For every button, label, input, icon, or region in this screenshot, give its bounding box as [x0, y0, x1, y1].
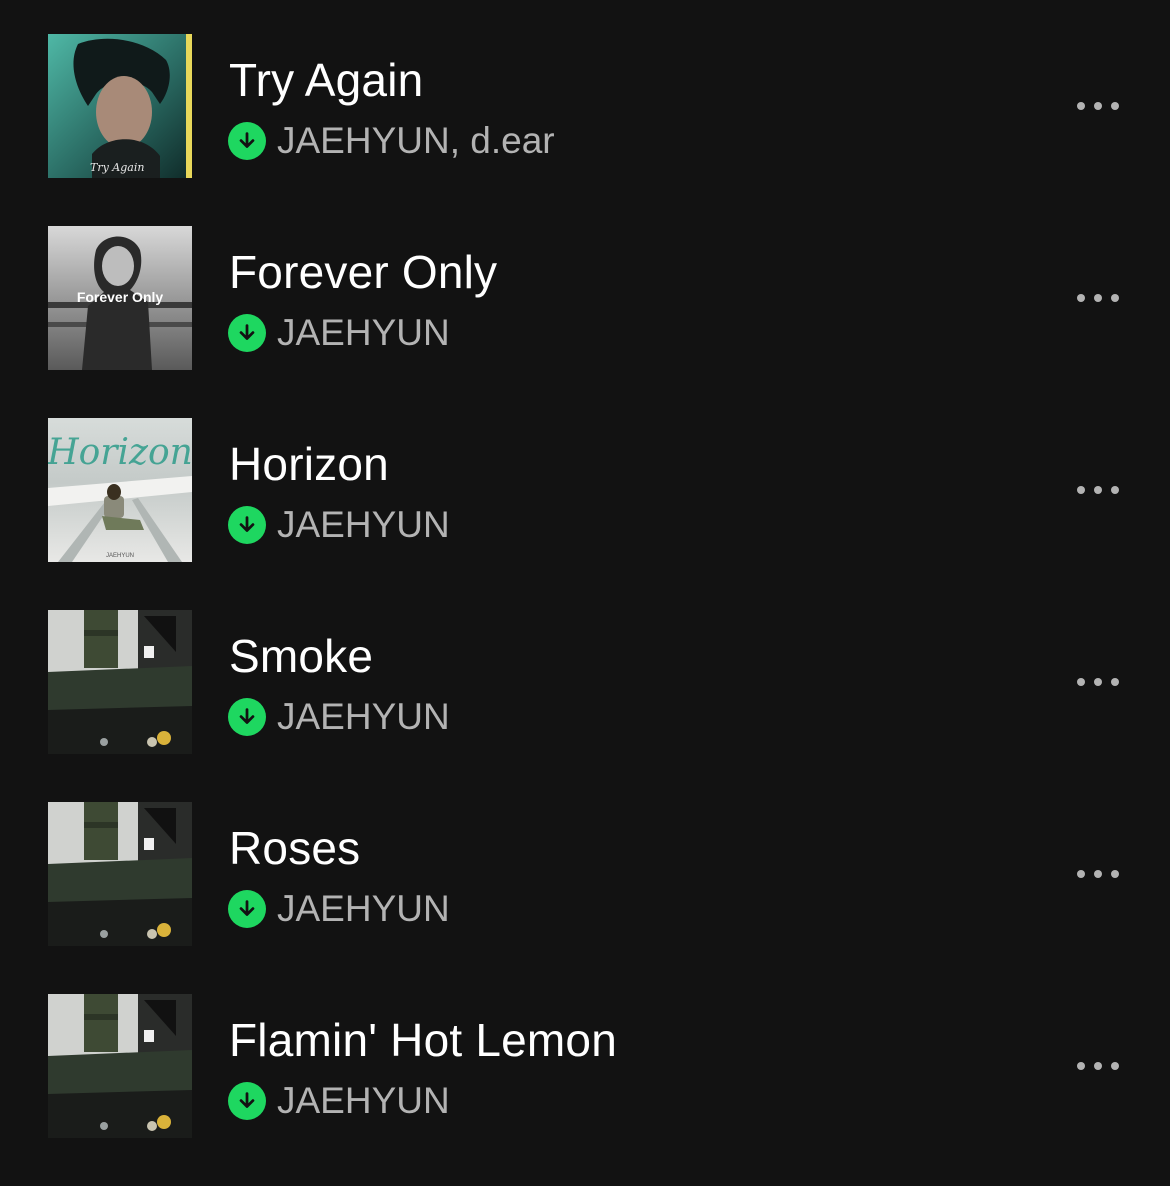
album-cover-horizon: Horizon JAEHYUN [48, 418, 192, 562]
album-cover-art [48, 994, 192, 1138]
album-cover-roses [48, 802, 192, 946]
track-title: Try Again [229, 54, 424, 106]
more-horizontal-icon [1077, 486, 1085, 494]
more-options-button[interactable] [1066, 1048, 1130, 1084]
cover-artist-text: JAEHYUN [106, 553, 134, 559]
track-title: Roses [229, 822, 361, 874]
album-cover-art: Horizon JAEHYUN [48, 418, 192, 562]
track-subtitle: JAEHYUN [228, 889, 450, 929]
downloaded-icon [228, 890, 266, 928]
track-row-forever-only[interactable]: Forever Only Forever Only JAEHYUN [0, 226, 1170, 370]
track-list: Try Again Try Again JAEHYUN, d.ear Forev… [0, 34, 1170, 1186]
more-horizontal-icon [1077, 294, 1085, 302]
track-row-roses[interactable]: Roses JAEHYUN [0, 802, 1170, 946]
track-artist: JAEHYUN, d.ear [277, 120, 555, 161]
track-subtitle: JAEHYUN [228, 505, 450, 545]
track-artist: JAEHYUN [277, 696, 450, 737]
cover-title-text: Horizon [48, 432, 192, 473]
album-cover-art: Forever Only [48, 226, 192, 370]
track-title: Horizon [229, 438, 389, 490]
track-subtitle: JAEHYUN [228, 313, 450, 353]
album-cover-art: Try Again [48, 34, 192, 178]
album-cover-smoke [48, 610, 192, 754]
track-title: Forever Only [229, 246, 498, 298]
track-subtitle: JAEHYUN [228, 697, 450, 737]
track-subtitle: JAEHYUN [228, 1081, 450, 1121]
cover-title-text: Forever Only [77, 289, 164, 305]
downloaded-icon [228, 1082, 266, 1120]
album-cover-flamin-hot-lemon [48, 994, 192, 1138]
more-horizontal-icon [1077, 1062, 1085, 1070]
more-horizontal-icon [1077, 870, 1085, 878]
cover-title-text: Try Again [90, 161, 144, 174]
downloaded-icon [228, 314, 266, 352]
track-title: Smoke [229, 630, 374, 682]
track-row-try-again[interactable]: Try Again Try Again JAEHYUN, d.ear [0, 34, 1170, 178]
downloaded-icon [228, 506, 266, 544]
more-options-button[interactable] [1066, 472, 1130, 508]
album-cover-forever-only: Forever Only [48, 226, 192, 370]
downloaded-icon [228, 698, 266, 736]
more-options-button[interactable] [1066, 856, 1130, 892]
track-artist: JAEHYUN [277, 1080, 450, 1121]
more-horizontal-icon [1077, 678, 1085, 686]
more-options-button[interactable] [1066, 88, 1130, 124]
track-artist: JAEHYUN [277, 504, 450, 545]
album-cover-try-again: Try Again [48, 34, 192, 178]
album-cover-art [48, 610, 192, 754]
track-row-smoke[interactable]: Smoke JAEHYUN [0, 610, 1170, 754]
track-subtitle: JAEHYUN, d.ear [228, 121, 555, 161]
more-options-button[interactable] [1066, 664, 1130, 700]
more-options-button[interactable] [1066, 280, 1130, 316]
more-horizontal-icon [1077, 102, 1085, 110]
album-cover-art [48, 802, 192, 946]
downloaded-icon [228, 122, 266, 160]
track-row-horizon[interactable]: Horizon JAEHYUN Horizon JAEHYUN [0, 418, 1170, 562]
track-row-flamin-hot-lemon[interactable]: Flamin' Hot Lemon JAEHYUN [0, 994, 1170, 1138]
track-artist: JAEHYUN [277, 888, 450, 929]
track-artist: JAEHYUN [277, 312, 450, 353]
track-title: Flamin' Hot Lemon [229, 1014, 617, 1066]
